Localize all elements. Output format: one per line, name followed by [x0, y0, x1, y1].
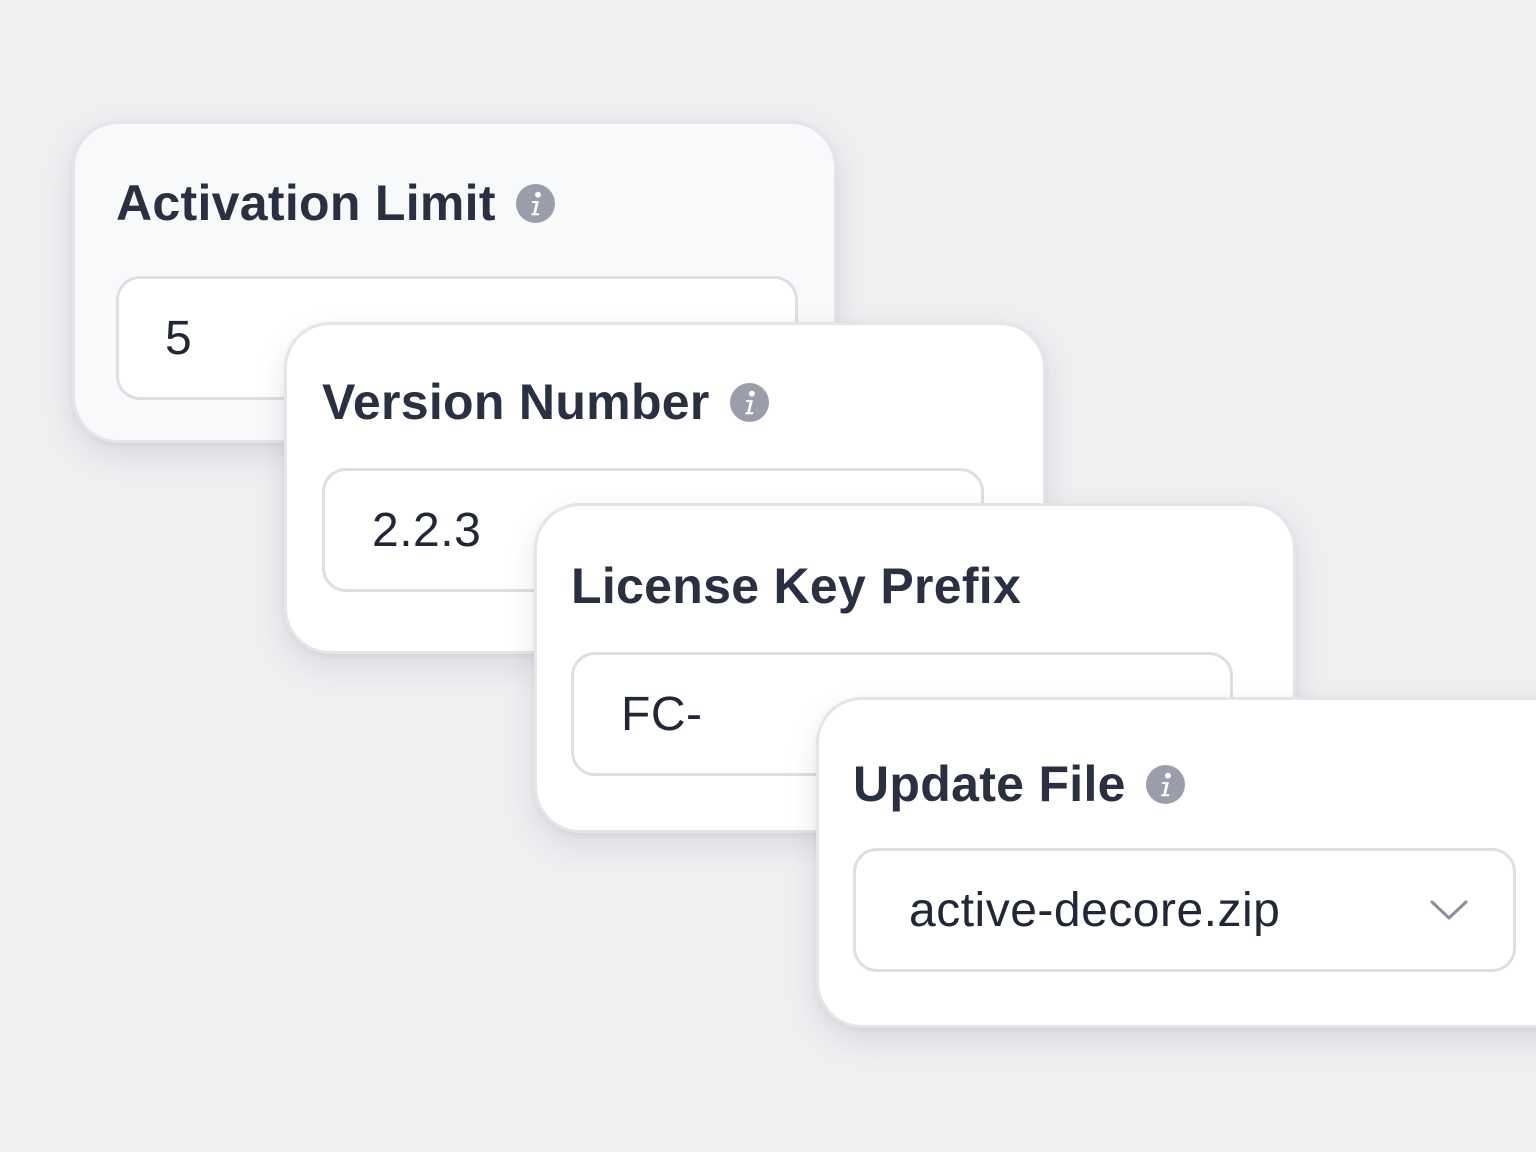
activation-limit-label-row: Activation Limit	[116, 174, 555, 232]
version-number-label: Version Number	[322, 374, 710, 430]
license-key-prefix-label-row: License Key Prefix	[571, 557, 1021, 615]
version-number-value: 2.2.3	[372, 503, 482, 557]
update-file-select[interactable]: active-decore.zip	[853, 848, 1516, 972]
chevron-down-icon[interactable]	[1429, 898, 1469, 922]
activation-limit-label: Activation Limit	[116, 175, 496, 231]
license-key-prefix-value: FC-	[621, 687, 703, 741]
info-icon[interactable]	[515, 183, 555, 223]
version-number-label-row: Version Number	[322, 373, 769, 431]
license-key-prefix-label: License Key Prefix	[571, 558, 1022, 614]
update-file-card: Update File active-decore.zip	[816, 697, 1536, 1028]
update-file-label: Update File	[853, 756, 1126, 812]
info-icon[interactable]	[1145, 764, 1185, 804]
activation-limit-value: 5	[165, 311, 193, 365]
update-file-label-row: Update File	[853, 755, 1185, 813]
update-file-selected-value: active-decore.zip	[909, 883, 1281, 937]
info-icon[interactable]	[729, 382, 769, 422]
